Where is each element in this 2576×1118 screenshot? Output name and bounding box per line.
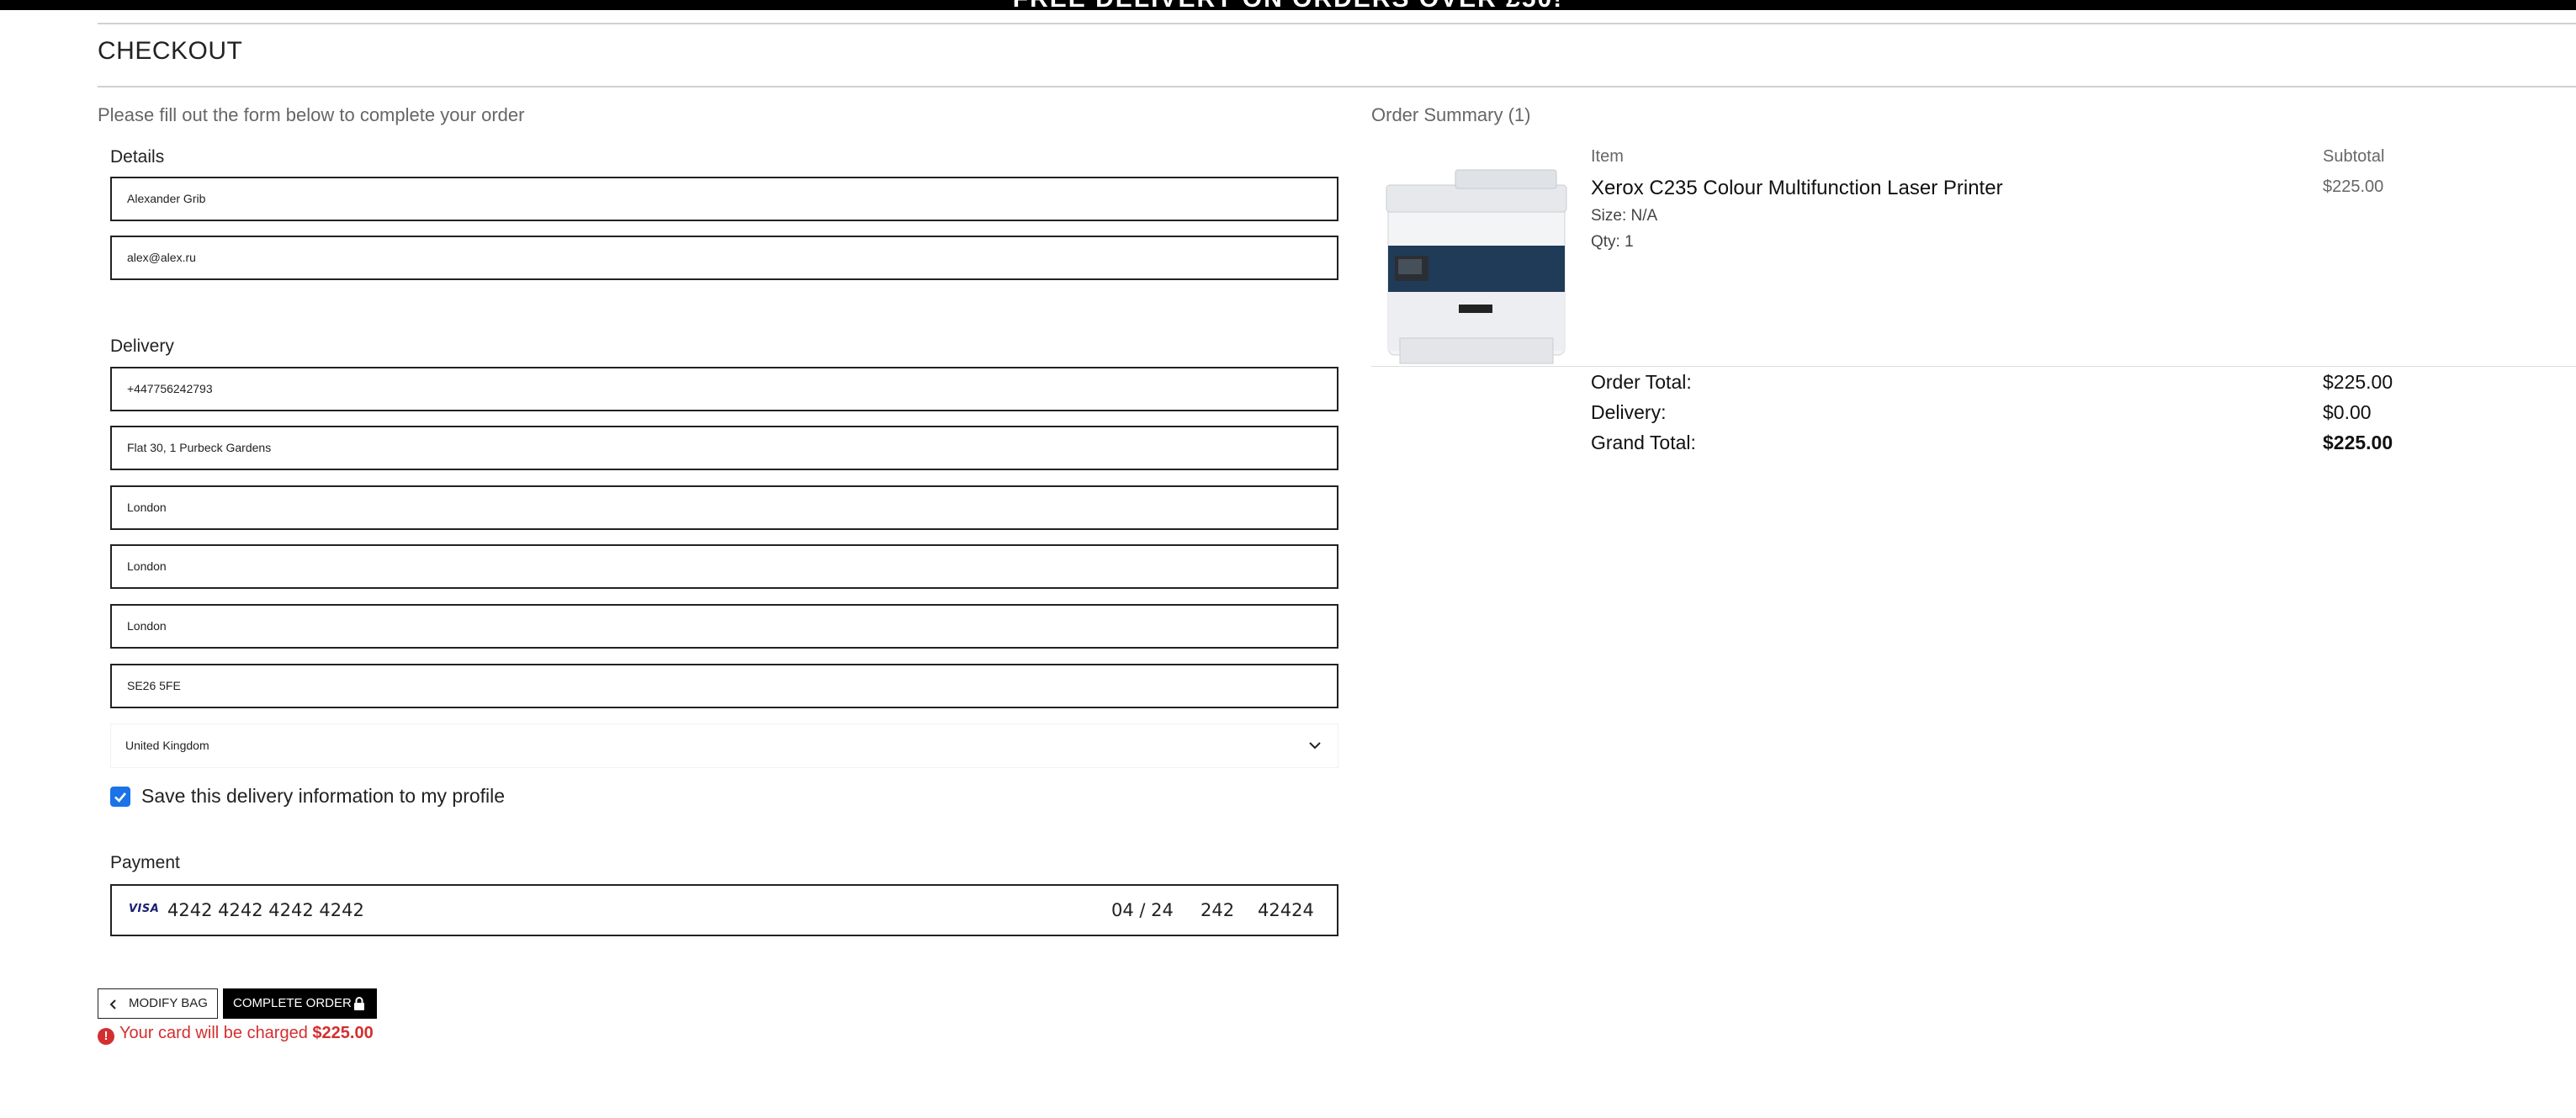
- delivery-cost-label: Delivery:: [1591, 401, 1667, 423]
- header-divider: [98, 23, 2576, 24]
- card-input[interactable]: VISA 4242 4242 4242 4242 04 / 24 242 424…: [110, 884, 1338, 936]
- banner-text: FREE DELIVERY ON ORDERS OVER £50!: [0, 0, 2576, 10]
- delivery-cost-value: $0.00: [2323, 401, 2372, 423]
- form-intro: Please fill out the form below to comple…: [98, 104, 525, 125]
- county-field[interactable]: London: [110, 544, 1338, 589]
- charge-amount: $225.00: [312, 1024, 374, 1042]
- modify-bag-button[interactable]: MODIFY BAG: [98, 988, 218, 1019]
- card-zip-input[interactable]: 42424: [1258, 900, 1314, 920]
- modify-bag-label: MODIFY BAG: [129, 996, 208, 1010]
- product-image: [1386, 169, 1567, 364]
- error-icon: !: [98, 1028, 114, 1045]
- order-total-value: $225.00: [2323, 371, 2393, 393]
- product-qty: Qty: 1: [1591, 233, 1634, 251]
- order-summary-title: Order Summary (1): [1371, 104, 1531, 125]
- town-city-field[interactable]: London: [110, 485, 1338, 530]
- email-field[interactable]: alex@alex.ru: [110, 236, 1338, 280]
- county-secondary-field[interactable]: London: [110, 604, 1338, 649]
- complete-order-button[interactable]: COMPLETE ORDER: [223, 988, 377, 1019]
- charge-notice: ! Your card will be charged $225.00: [98, 1024, 374, 1045]
- country-value: United Kingdom: [125, 739, 209, 752]
- page-title: CHECKOUT: [98, 37, 243, 65]
- delivery-label: Delivery: [110, 336, 174, 356]
- product-size: Size: N/A: [1591, 207, 1658, 225]
- product-subtotal: $225.00: [2323, 178, 2384, 196]
- chevron-left-icon: [109, 999, 116, 1009]
- order-total-label: Order Total:: [1591, 371, 1692, 393]
- summary-divider: [1371, 366, 2576, 367]
- checkmark-icon: [114, 792, 126, 803]
- phone-field[interactable]: +447756242793: [110, 367, 1338, 411]
- save-delivery-checkbox[interactable]: [110, 787, 130, 807]
- lock-icon: [354, 997, 364, 1010]
- grand-total-value: $225.00: [2323, 432, 2393, 453]
- grand-total-label: Grand Total:: [1591, 432, 1696, 453]
- charge-text: Your card will be charged: [119, 1024, 308, 1042]
- subtotal-column-header: Subtotal: [2323, 147, 2385, 166]
- payment-label: Payment: [110, 853, 180, 872]
- country-select[interactable]: United Kingdom: [110, 723, 1338, 768]
- chevron-down-icon: [1309, 742, 1321, 750]
- complete-order-label: COMPLETE ORDER: [233, 996, 352, 1010]
- title-divider: [98, 86, 2576, 87]
- street-address-field[interactable]: Flat 30, 1 Purbeck Gardens: [110, 426, 1338, 470]
- card-number-input[interactable]: 4242 4242 4242 4242: [167, 900, 364, 920]
- save-delivery-label: Save this delivery information to my pro…: [141, 785, 506, 807]
- postcode-field[interactable]: SE26 5FE: [110, 664, 1338, 708]
- product-name: Xerox C235 Colour Multifunction Laser Pr…: [1591, 177, 2003, 199]
- visa-icon: VISA: [129, 903, 160, 915]
- card-expiry-input[interactable]: 04 / 24: [1111, 900, 1174, 920]
- item-column-header: Item: [1591, 147, 1624, 166]
- card-cvc-input[interactable]: 242: [1201, 900, 1234, 920]
- details-label: Details: [110, 147, 165, 167]
- top-banner: FREE DELIVERY ON ORDERS OVER £50!: [0, 0, 2576, 10]
- full-name-field[interactable]: Alexander Grib: [110, 177, 1338, 221]
